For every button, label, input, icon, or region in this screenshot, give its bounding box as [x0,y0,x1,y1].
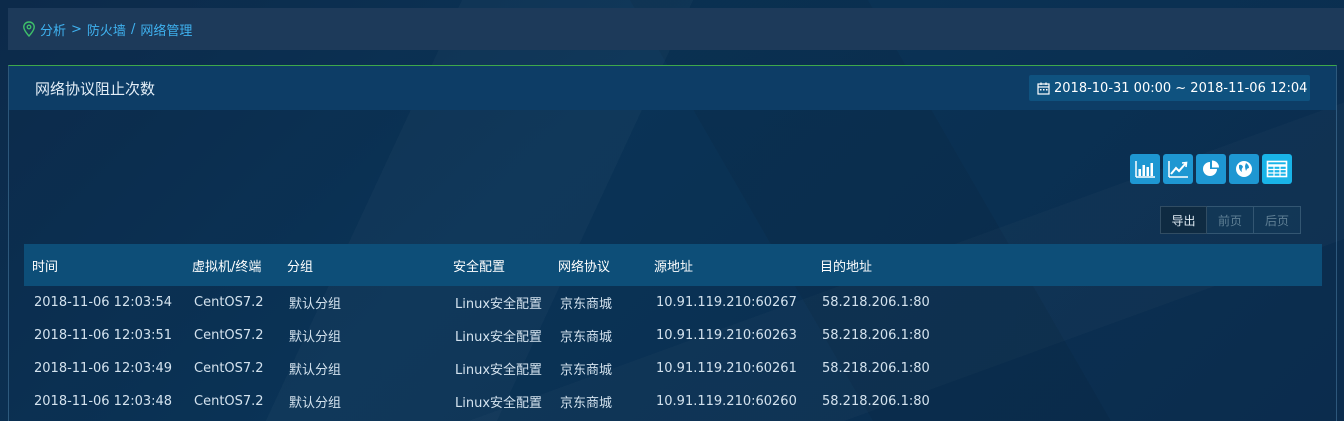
cell-destination: 58.218.206.1:80 [822,394,930,409]
breadcrumb-item-firewall[interactable]: 防火墙 [87,20,126,39]
table-row[interactable]: 2018-11-06 12:03:51 CentOS7.2 默认分组 Linux安全配… [24,319,1322,352]
breadcrumb: 分析 > 防火墙 / 网络管理 [8,8,1344,50]
bar-chart-button[interactable] [1130,154,1160,184]
globe-icon [1236,161,1252,177]
line-chart-button[interactable] [1163,154,1193,184]
cell-source: 10.91.119.210:60260 [656,394,797,409]
cell-source: 10.91.119.210:60263 [656,328,797,343]
breadcrumb-item-analysis[interactable]: 分析 [40,20,66,39]
table-row[interactable]: 2018-11-06 12:03:49 CentOS7.2 默认分组 Linux安全配… [24,352,1322,385]
cell-security-config: Linux安全配置 [455,363,543,378]
cell-protocol: 京东商城 [560,330,613,345]
column-header-security-config[interactable]: 安全配置 [453,256,558,275]
table-icon [1266,160,1288,178]
panel-header: 网络协议阻止次数 2018-10-31 00:00 ~ 2018-11-06 1… [9,66,1336,110]
cell-vm: CentOS7.2 [194,328,264,343]
report-panel: 网络协议阻止次数 2018-10-31 00:00 ~ 2018-11-06 1… [8,65,1337,421]
table-view-button[interactable] [1262,154,1292,184]
column-header-protocol[interactable]: 网络协议 [558,256,654,275]
cell-time: 2018-11-06 12:03:54 [34,295,173,310]
table-body: 2018-11-06 12:03:54 CentOS7.2 默认分组 Linux安全配… [24,286,1322,418]
table-header: 时间 虚拟机/终端 分组 安全配置 网络协议 源地址 目的地址 [24,244,1322,286]
pie-chart-button[interactable] [1196,154,1226,184]
cell-security-config: Linux安全配置 [455,396,543,411]
export-button[interactable]: 导出 [1160,206,1207,234]
column-header-time[interactable]: 时间 [24,256,192,275]
cell-time: 2018-11-06 12:03:48 [34,394,173,409]
column-header-destination[interactable]: 目的地址 [820,256,1020,275]
cell-security-config: Linux安全配置 [455,297,543,312]
cell-protocol: 京东商城 [560,297,613,312]
cell-destination: 58.218.206.1:80 [822,361,930,376]
cell-destination: 58.218.206.1:80 [822,295,930,310]
cell-group: 默认分组 [289,396,342,411]
breadcrumb-separator: / [130,21,136,37]
cell-group: 默认分组 [289,363,342,378]
line-chart-icon [1168,161,1188,178]
cell-vm: CentOS7.2 [194,394,264,409]
cell-time: 2018-11-06 12:03:51 [34,328,173,343]
cell-protocol: 京东商城 [560,363,613,378]
date-range-picker[interactable]: 2018-10-31 00:00 ~ 2018-11-06 12:04 [1029,75,1310,101]
column-header-group[interactable]: 分组 [287,256,453,275]
cell-group: 默认分组 [289,297,342,312]
pager: 导出 前页 后页 [1160,206,1301,234]
panel-title: 网络协议阻止次数 [35,79,156,98]
table-row[interactable]: 2018-11-06 12:03:48 CentOS7.2 默认分组 Linux安全配… [24,385,1322,418]
cell-source: 10.91.119.210:60267 [656,295,797,310]
next-page-button[interactable]: 后页 [1254,206,1301,234]
cell-vm: CentOS7.2 [194,295,264,310]
bar-chart-icon [1135,161,1155,178]
data-table: 时间 虚拟机/终端 分组 安全配置 网络协议 源地址 目的地址 2018-11-… [24,244,1322,418]
map-button[interactable] [1229,154,1259,184]
pie-chart-icon [1203,160,1219,176]
cell-source: 10.91.119.210:60261 [656,361,797,376]
chart-type-toolbar [1130,154,1292,184]
cell-group: 默认分组 [289,330,342,345]
cell-protocol: 京东商城 [560,396,613,411]
cell-security-config: Linux安全配置 [455,330,543,345]
location-pin-icon [23,21,35,37]
date-range-text: 2018-10-31 00:00 ~ 2018-11-06 12:04 [1054,80,1308,96]
cell-destination: 58.218.206.1:80 [822,328,930,343]
calendar-icon [1037,82,1050,95]
breadcrumb-separator: > [71,21,82,37]
column-header-source[interactable]: 源地址 [654,256,820,275]
column-header-vm[interactable]: 虚拟机/终端 [192,256,287,275]
cell-vm: CentOS7.2 [194,361,264,376]
cell-time: 2018-11-06 12:03:49 [34,361,173,376]
breadcrumb-item-network-management: 网络管理 [140,23,193,39]
table-row[interactable]: 2018-11-06 12:03:54 CentOS7.2 默认分组 Linux安全配… [24,286,1322,319]
prev-page-button[interactable]: 前页 [1207,206,1254,234]
